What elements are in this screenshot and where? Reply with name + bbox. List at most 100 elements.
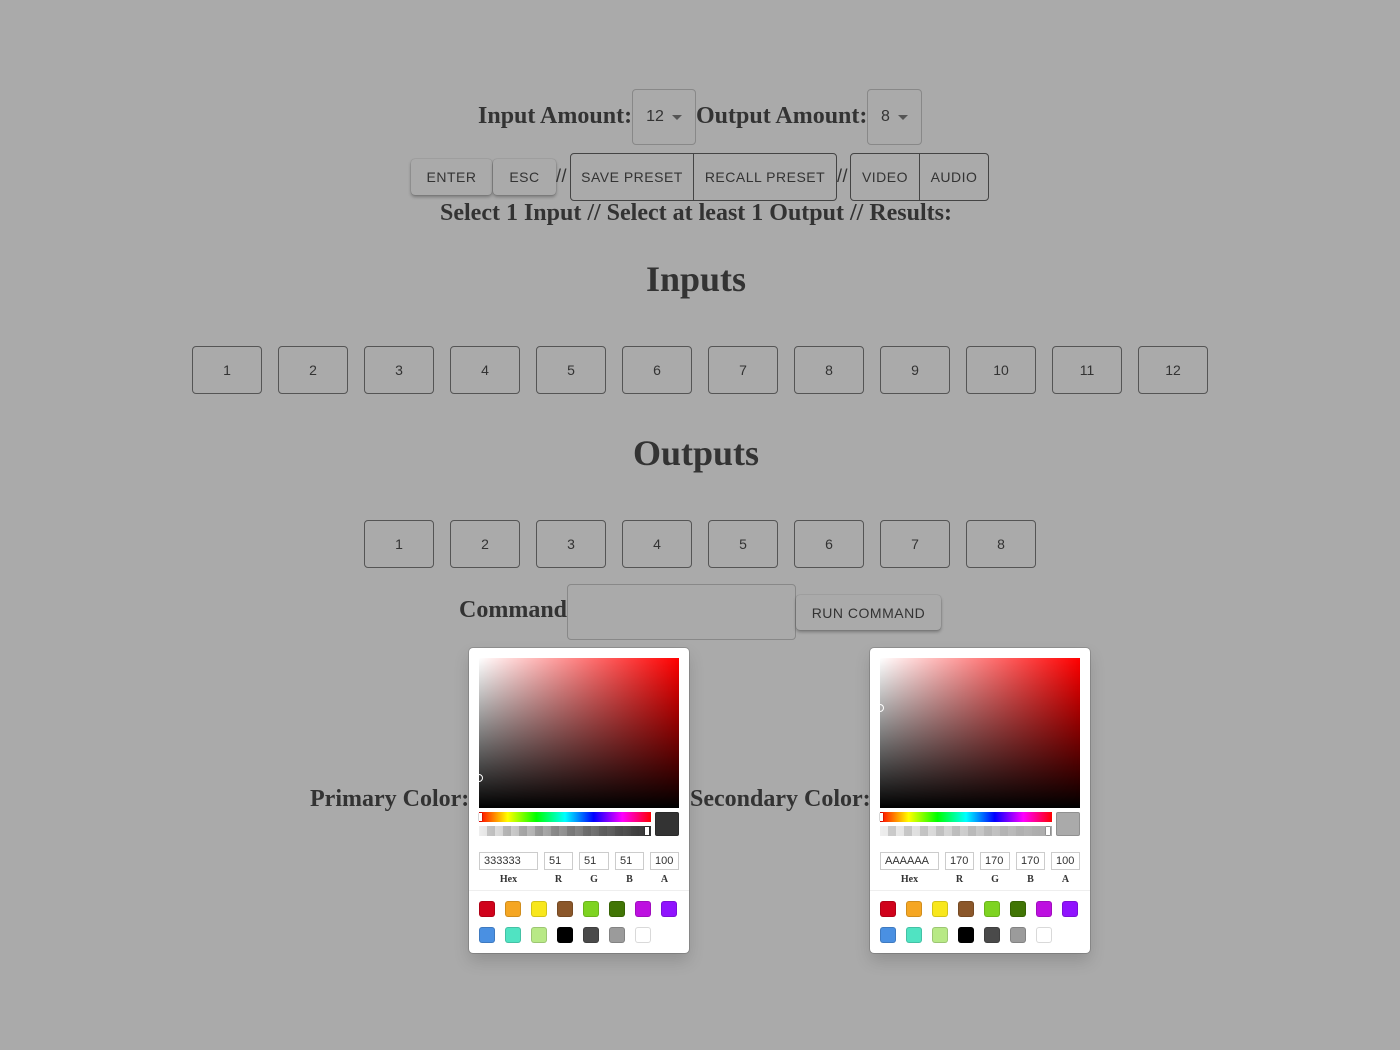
color-swatch[interactable] — [984, 901, 1000, 917]
color-swatch[interactable] — [635, 927, 651, 943]
output-button[interactable]: 4 — [622, 520, 692, 568]
separator: // — [556, 166, 568, 186]
b-input[interactable]: 51 — [615, 852, 644, 870]
color-swatch[interactable] — [906, 901, 922, 917]
alpha-slider[interactable] — [880, 826, 1052, 836]
video-button[interactable]: VIDEO — [851, 154, 920, 200]
color-swatch[interactable] — [557, 901, 573, 917]
input-button[interactable]: 8 — [794, 346, 864, 394]
hex-input[interactable]: 333333 — [479, 852, 538, 870]
hue-handle[interactable] — [880, 813, 883, 821]
input-button[interactable]: 5 — [536, 346, 606, 394]
saturation-cursor[interactable] — [475, 774, 483, 782]
alpha-handle[interactable] — [645, 827, 649, 835]
color-swatch[interactable] — [1036, 901, 1052, 917]
hex-input[interactable]: AAAAAA — [880, 852, 939, 870]
color-swatch[interactable] — [932, 901, 948, 917]
output-button[interactable]: 5 — [708, 520, 778, 568]
saturation-cursor[interactable] — [876, 704, 884, 712]
primary-color-label: Primary Color: — [310, 786, 470, 812]
color-swatch[interactable] — [880, 901, 896, 917]
outputs-title: Outputs — [632, 433, 760, 473]
hue-handle[interactable] — [479, 813, 482, 821]
enter-button[interactable]: ENTER — [411, 159, 492, 195]
output-button[interactable]: 3 — [536, 520, 606, 568]
recall-preset-button[interactable]: RECALL PRESET — [694, 154, 836, 200]
output-amount-select[interactable]: 8 — [867, 89, 922, 145]
a-input[interactable]: 100 — [1051, 852, 1080, 870]
save-preset-button[interactable]: SAVE PRESET — [571, 154, 694, 200]
color-swatch[interactable] — [661, 901, 677, 917]
alpha-handle[interactable] — [1046, 827, 1050, 835]
output-button[interactable]: 8 — [966, 520, 1036, 568]
color-swatch[interactable] — [505, 901, 521, 917]
g-input[interactable]: 51 — [579, 852, 609, 870]
run-command-button[interactable]: RUN COMMAND — [796, 595, 941, 630]
audio-button[interactable]: AUDIO — [920, 154, 988, 200]
input-button[interactable]: 12 — [1138, 346, 1208, 394]
output-button[interactable]: 6 — [794, 520, 864, 568]
caret-down-icon — [671, 114, 682, 120]
color-swatch[interactable] — [1010, 901, 1026, 917]
color-swatch[interactable] — [609, 927, 625, 943]
color-swatch[interactable] — [1010, 927, 1026, 943]
color-swatch[interactable] — [505, 927, 521, 943]
saturation-area[interactable] — [876, 658, 1080, 808]
hue-slider[interactable] — [479, 812, 651, 822]
color-swatch[interactable] — [583, 901, 599, 917]
hex-label: Hex — [499, 874, 518, 885]
g-label: G — [991, 874, 999, 885]
color-swatch[interactable] — [635, 901, 651, 917]
color-swatch[interactable] — [1036, 927, 1052, 943]
preset-button-group: SAVE PRESET RECALL PRESET — [570, 153, 837, 201]
hue-slider[interactable] — [880, 812, 1052, 822]
color-swatch[interactable] — [1062, 901, 1078, 917]
r-input[interactable]: 51 — [544, 852, 573, 870]
a-input[interactable]: 100 — [650, 852, 679, 870]
input-amount-value: 12 — [646, 108, 664, 125]
saturation-area[interactable] — [475, 658, 679, 808]
output-button[interactable]: 2 — [450, 520, 520, 568]
secondary-color-picker: AAAAAA Hex 170 R 170 G 170 B 100 A — [870, 648, 1090, 953]
b-input[interactable]: 170 — [1016, 852, 1045, 870]
input-button[interactable]: 10 — [966, 346, 1036, 394]
input-amount-select[interactable]: 12 — [632, 89, 696, 145]
output-button[interactable]: 7 — [880, 520, 950, 568]
color-swatch[interactable] — [984, 927, 1000, 943]
g-input[interactable]: 170 — [980, 852, 1010, 870]
input-button[interactable]: 2 — [278, 346, 348, 394]
color-swatch[interactable] — [557, 927, 573, 943]
color-swatch[interactable] — [958, 927, 974, 943]
input-button[interactable]: 1 — [192, 346, 262, 394]
color-swatch[interactable] — [958, 901, 974, 917]
input-button[interactable]: 11 — [1052, 346, 1122, 394]
alpha-slider[interactable] — [479, 826, 651, 836]
separator: // — [837, 166, 849, 186]
r-input[interactable]: 170 — [945, 852, 974, 870]
color-swatch[interactable] — [906, 927, 922, 943]
input-button[interactable]: 4 — [450, 346, 520, 394]
secondary-color-label: Secondary Color: — [690, 786, 871, 812]
color-swatch[interactable] — [880, 927, 896, 943]
primary-color-picker: 333333 Hex 51 R 51 G 51 B 100 A — [469, 648, 689, 953]
color-swatch[interactable] — [531, 901, 547, 917]
a-label: A — [1061, 874, 1070, 885]
hex-label: Hex — [900, 874, 919, 885]
color-swatch[interactable] — [609, 901, 625, 917]
input-button[interactable]: 7 — [708, 346, 778, 394]
g-label: G — [590, 874, 598, 885]
color-swatch[interactable] — [932, 927, 948, 943]
output-button[interactable]: 1 — [364, 520, 434, 568]
input-button[interactable]: 6 — [622, 346, 692, 394]
divider — [469, 890, 689, 891]
color-swatch[interactable] — [531, 927, 547, 943]
color-swatch[interactable] — [583, 927, 599, 943]
color-swatch[interactable] — [479, 901, 495, 917]
esc-button[interactable]: ESC — [493, 159, 556, 195]
color-swatch[interactable] — [479, 927, 495, 943]
command-input[interactable] — [567, 584, 796, 640]
r-label: R — [955, 874, 964, 885]
r-label: R — [554, 874, 563, 885]
input-button[interactable]: 3 — [364, 346, 434, 394]
input-button[interactable]: 9 — [880, 346, 950, 394]
